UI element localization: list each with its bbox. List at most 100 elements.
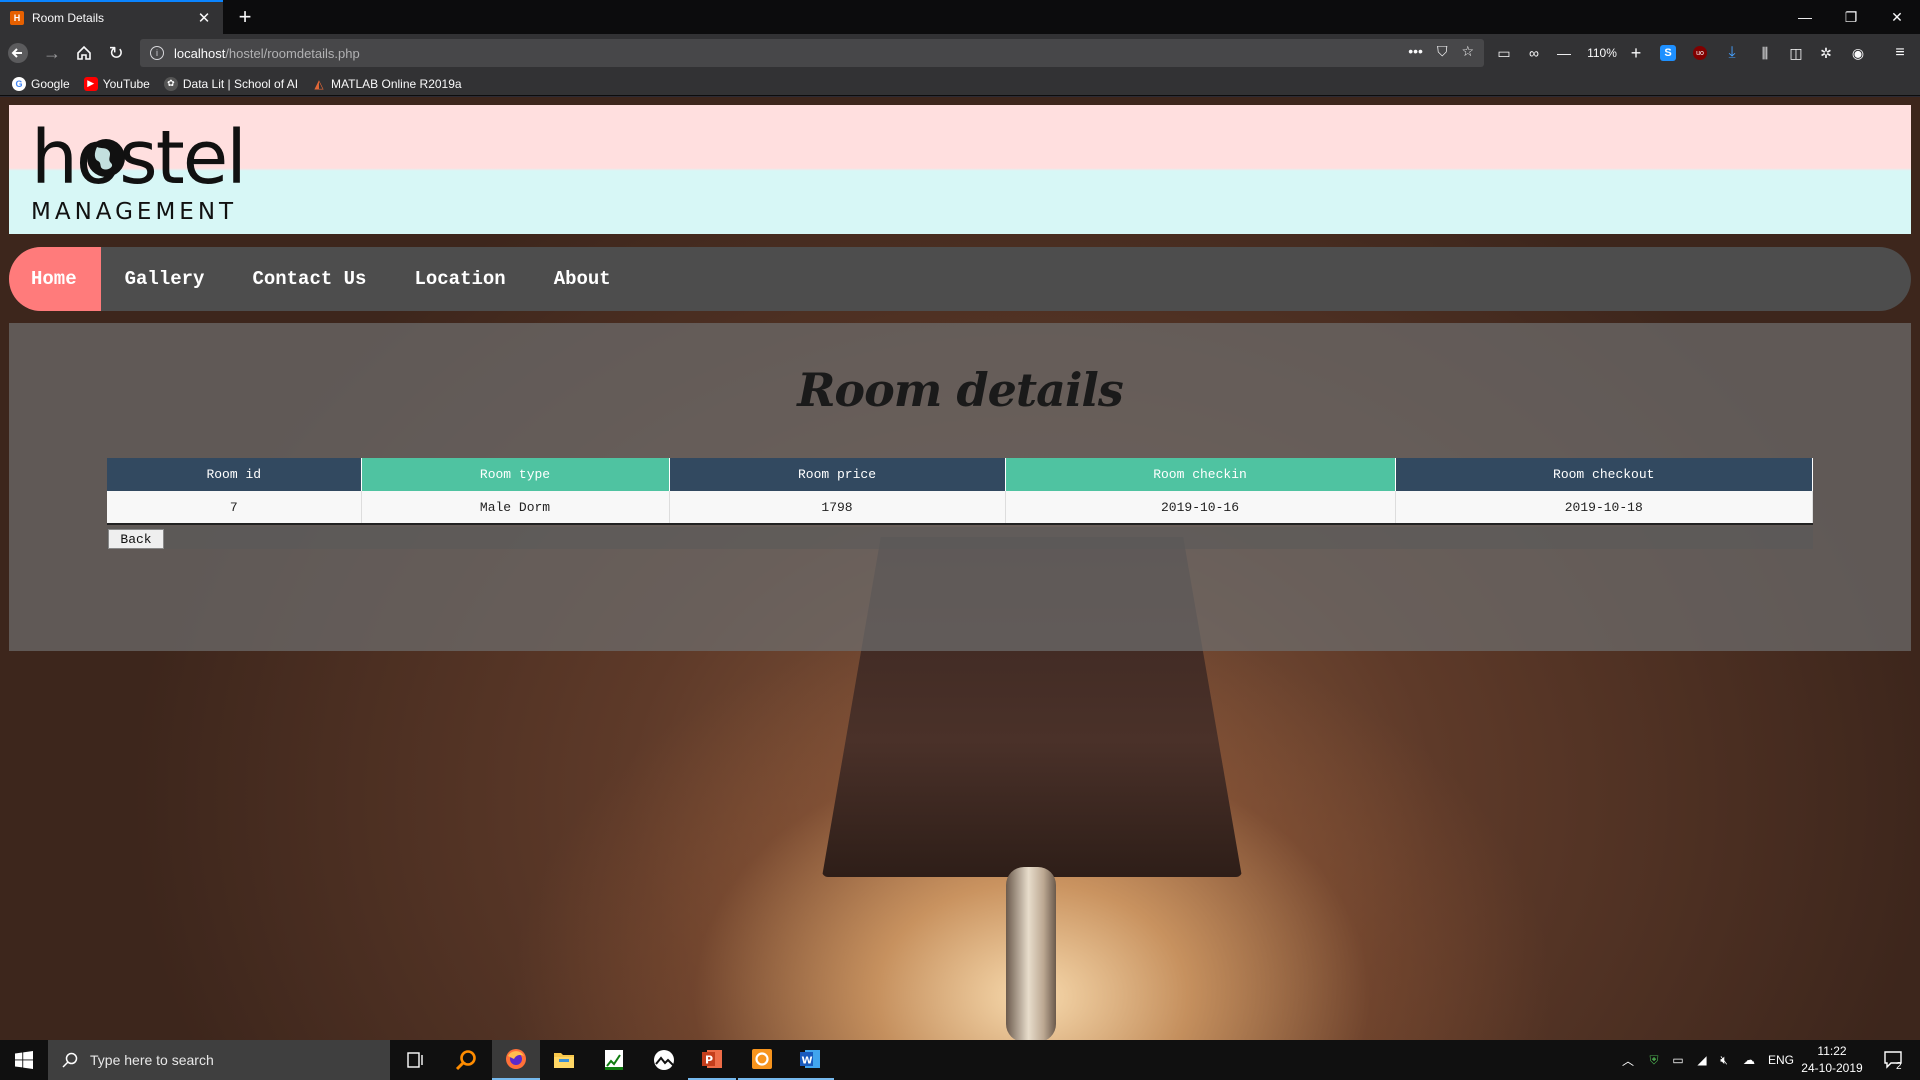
file-explorer-icon[interactable] (540, 1040, 588, 1080)
browser-tab[interactable]: H Room Details ✕ (0, 0, 223, 34)
menu-hamburger-icon[interactable]: ≡ (1888, 41, 1912, 65)
url-path: /hostel/roomdetails.php (225, 45, 360, 61)
battery-icon[interactable]: ▭ (1666, 1040, 1690, 1080)
room-table-wrapper: Room id Room type Room price Room checki… (107, 458, 1813, 525)
site-header: hostel MANAGEMENT (9, 105, 1911, 234)
private-mask-icon[interactable]: ∞ (1522, 41, 1546, 65)
header-room-id: Room id (107, 458, 362, 491)
synced-tabs-icon[interactable]: ▭ (1492, 41, 1516, 65)
svg-text:P: P (705, 1054, 713, 1067)
data-lit-icon: ✿ (163, 76, 178, 91)
notification-count: 2 (1896, 1061, 1902, 1072)
wifi-icon[interactable]: ◢ (1690, 1040, 1714, 1080)
home-icon[interactable] (72, 41, 96, 65)
main-menu: Home Gallery Contact Us Location About (9, 247, 1911, 311)
content-panel: Room details Room id Room type Room pric… (9, 323, 1911, 651)
youtube-icon: ▶ (83, 76, 98, 91)
library-icon[interactable]: ⫼ (1754, 41, 1776, 65)
zoom-out-icon[interactable]: — (1554, 41, 1574, 65)
orange-app-icon[interactable] (738, 1040, 786, 1080)
menu-home[interactable]: Home (9, 247, 101, 311)
bookmark-label: Google (31, 76, 70, 91)
url-bar[interactable]: i localhost /hostel/roomdetails.php ••• … (140, 39, 1484, 67)
bookmark-youtube[interactable]: ▶ YouTube (83, 76, 150, 91)
menu-gallery[interactable]: Gallery (101, 247, 229, 311)
cell-room-id: 7 (107, 491, 362, 525)
table-header-row: Room id Room type Room price Room checki… (107, 458, 1813, 491)
bookmark-data-lit[interactable]: ✿ Data Lit | School of AI (163, 76, 299, 91)
header-room-checkin: Room checkin (1005, 458, 1396, 491)
extension-gear-icon[interactable]: ✲ (1816, 41, 1836, 65)
url-host: localhost (174, 45, 226, 61)
bookmarks-bar: G Google ▶ YouTube ✿ Data Lit | School o… (0, 72, 1920, 96)
bookmark-label: MATLAB Online R2019a (331, 76, 462, 91)
powerpoint-app-icon[interactable]: P (688, 1040, 736, 1080)
ublock-extension-icon[interactable]: uo (1690, 41, 1710, 65)
back-button[interactable]: Back (108, 529, 164, 549)
windows-taskbar: Type here to search P W ︿ ⛨ ▭ ◢ 🔇︎ ☁ ENG… (0, 1040, 1920, 1080)
minimize-button[interactable]: — (1782, 0, 1828, 34)
page-actions-icon[interactable]: ••• (1408, 43, 1423, 60)
reload-icon[interactable]: ↻ (104, 41, 128, 65)
pocket-icon[interactable]: ⛉ (1437, 43, 1448, 60)
sidebar-icon[interactable]: ◫ (1786, 41, 1806, 65)
page-title: Room details (797, 363, 1124, 417)
close-window-button[interactable]: ✕ (1874, 0, 1920, 34)
clock-date: 24-10-2019 (1801, 1061, 1863, 1075)
download-icon[interactable]: ⤓ (1722, 41, 1742, 65)
browser-toolbar: → ↻ i localhost /hostel/roomdetails.php … (0, 34, 1920, 72)
site-info-icon[interactable]: i (150, 46, 164, 60)
new-tab-button[interactable]: + (230, 0, 260, 34)
tray-chevron-icon[interactable]: ︿ (1616, 1040, 1640, 1080)
room-details-table: Room id Room type Room price Room checki… (107, 458, 1813, 525)
menu-about[interactable]: About (530, 247, 635, 311)
header-room-price: Room price (669, 458, 1006, 491)
hostel-management-logo: hostel MANAGEMENT (31, 115, 247, 225)
forward-arrow-icon[interactable]: → (40, 41, 64, 65)
windows-start-icon[interactable] (0, 1040, 48, 1080)
volume-muted-icon[interactable]: 🔇︎ (1712, 1040, 1736, 1080)
logo-sub-text: MANAGEMENT (31, 199, 237, 225)
taskbar-clock[interactable]: 11:22 24-10-2019 (1796, 1043, 1868, 1077)
back-arrow-icon[interactable] (6, 41, 30, 65)
tab-close-icon[interactable]: ✕ (195, 9, 213, 27)
hostel-favicon-icon: H (10, 11, 24, 25)
language-indicator[interactable]: ENG (1766, 1040, 1796, 1080)
taskbar-search[interactable]: Type here to search (48, 1040, 390, 1080)
cell-room-type: Male Dorm (361, 491, 670, 525)
svg-text:W: W (802, 1056, 813, 1067)
header-room-type: Room type (361, 458, 670, 491)
photos-app-icon[interactable] (640, 1040, 688, 1080)
menu-contact-us[interactable]: Contact Us (228, 247, 390, 311)
word-app-icon[interactable]: W (786, 1040, 834, 1080)
clock-time: 11:22 (1817, 1044, 1847, 1058)
menu-location[interactable]: Location (390, 247, 529, 311)
bookmark-star-icon[interactable]: ☆ (1461, 43, 1474, 60)
defender-shield-icon[interactable]: ⛨ (1642, 1040, 1666, 1080)
google-icon: G (12, 76, 26, 91)
zoom-in-icon[interactable]: + (1626, 41, 1646, 65)
task-view-icon[interactable] (392, 1040, 440, 1080)
logo-main-text: hostel (31, 115, 245, 201)
notification-center-icon[interactable]: 2 (1874, 1040, 1914, 1080)
back-row: Back (107, 527, 1813, 549)
matlab-icon: ◭ (314, 76, 324, 91)
zoom-level[interactable]: 110% (1580, 41, 1624, 65)
bookmark-google[interactable]: G Google (12, 76, 70, 91)
page-viewport: hostel MANAGEMENT Home Gallery Contact U… (0, 97, 1920, 1040)
firefox-app-icon[interactable] (492, 1040, 540, 1080)
cell-room-price: 1798 (669, 491, 1006, 525)
onedrive-cloud-icon[interactable]: ☁ (1736, 1040, 1762, 1080)
chart-app-icon[interactable] (590, 1040, 638, 1080)
bookmark-matlab[interactable]: ◭ MATLAB Online R2019a (312, 76, 462, 91)
skype-extension-icon[interactable]: S (1658, 41, 1678, 65)
tab-title: Room Details (32, 11, 105, 25)
magnifier-app-icon[interactable] (442, 1040, 490, 1080)
header-room-checkout: Room checkout (1395, 458, 1813, 491)
bookmark-label: Data Lit | School of AI (182, 76, 299, 91)
search-icon (62, 1052, 78, 1068)
cell-room-checkin: 2019-10-16 (1005, 491, 1396, 525)
account-icon[interactable]: ◉ (1848, 41, 1868, 65)
table-row: 7 Male Dorm 1798 2019-10-16 2019-10-18 (107, 491, 1813, 525)
restore-button[interactable]: ❐ (1828, 0, 1874, 34)
